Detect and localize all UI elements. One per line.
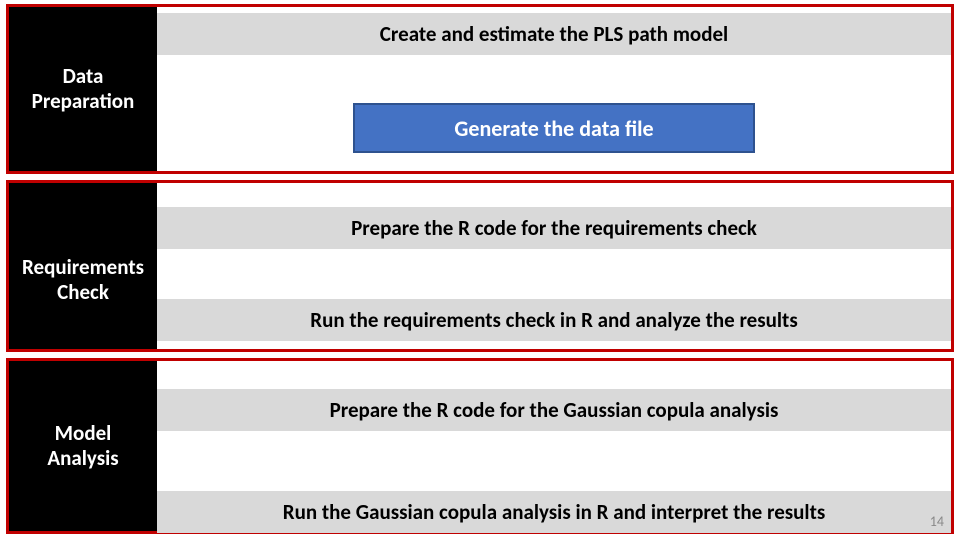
step-band: Prepare the R code for the Gaussian copu… bbox=[157, 389, 951, 431]
step-text: Run the Gaussian copula analysis in R an… bbox=[283, 499, 825, 525]
section-label-text: Model Analysis bbox=[47, 421, 118, 471]
step-text: Generate the data file bbox=[454, 115, 653, 142]
diagram-page: Data Preparation Create and estimate the… bbox=[0, 0, 960, 540]
section-content: Create and estimate the PLS path model G… bbox=[157, 7, 951, 171]
section-label: Data Preparation bbox=[9, 7, 157, 171]
step-band: Prepare the R code for the requirements … bbox=[157, 207, 951, 249]
highlighted-step-box: Generate the data file bbox=[353, 103, 755, 153]
section-requirements-check: Requirements Check Prepare the R code fo… bbox=[6, 180, 954, 352]
section-label: Requirements Check bbox=[9, 183, 157, 349]
step-band: Run the requirements check in R and anal… bbox=[157, 299, 951, 341]
section-content: Prepare the R code for the requirements … bbox=[157, 183, 951, 349]
section-data-preparation: Data Preparation Create and estimate the… bbox=[6, 4, 954, 174]
section-label-text: Data Preparation bbox=[32, 64, 135, 114]
step-text: Prepare the R code for the Gaussian copu… bbox=[330, 397, 779, 423]
section-model-analysis: Model Analysis Prepare the R code for th… bbox=[6, 358, 954, 534]
step-text: Prepare the R code for the requirements … bbox=[351, 215, 757, 241]
step-band: Create and estimate the PLS path model bbox=[157, 13, 951, 55]
step-band: Run the Gaussian copula analysis in R an… bbox=[157, 491, 951, 533]
section-label: Model Analysis bbox=[9, 361, 157, 531]
section-label-text: Requirements Check bbox=[22, 255, 144, 305]
page-number: 14 bbox=[930, 513, 944, 530]
step-text: Create and estimate the PLS path model bbox=[380, 21, 728, 47]
section-content: Prepare the R code for the Gaussian copu… bbox=[157, 361, 951, 531]
step-text: Run the requirements check in R and anal… bbox=[310, 307, 797, 333]
